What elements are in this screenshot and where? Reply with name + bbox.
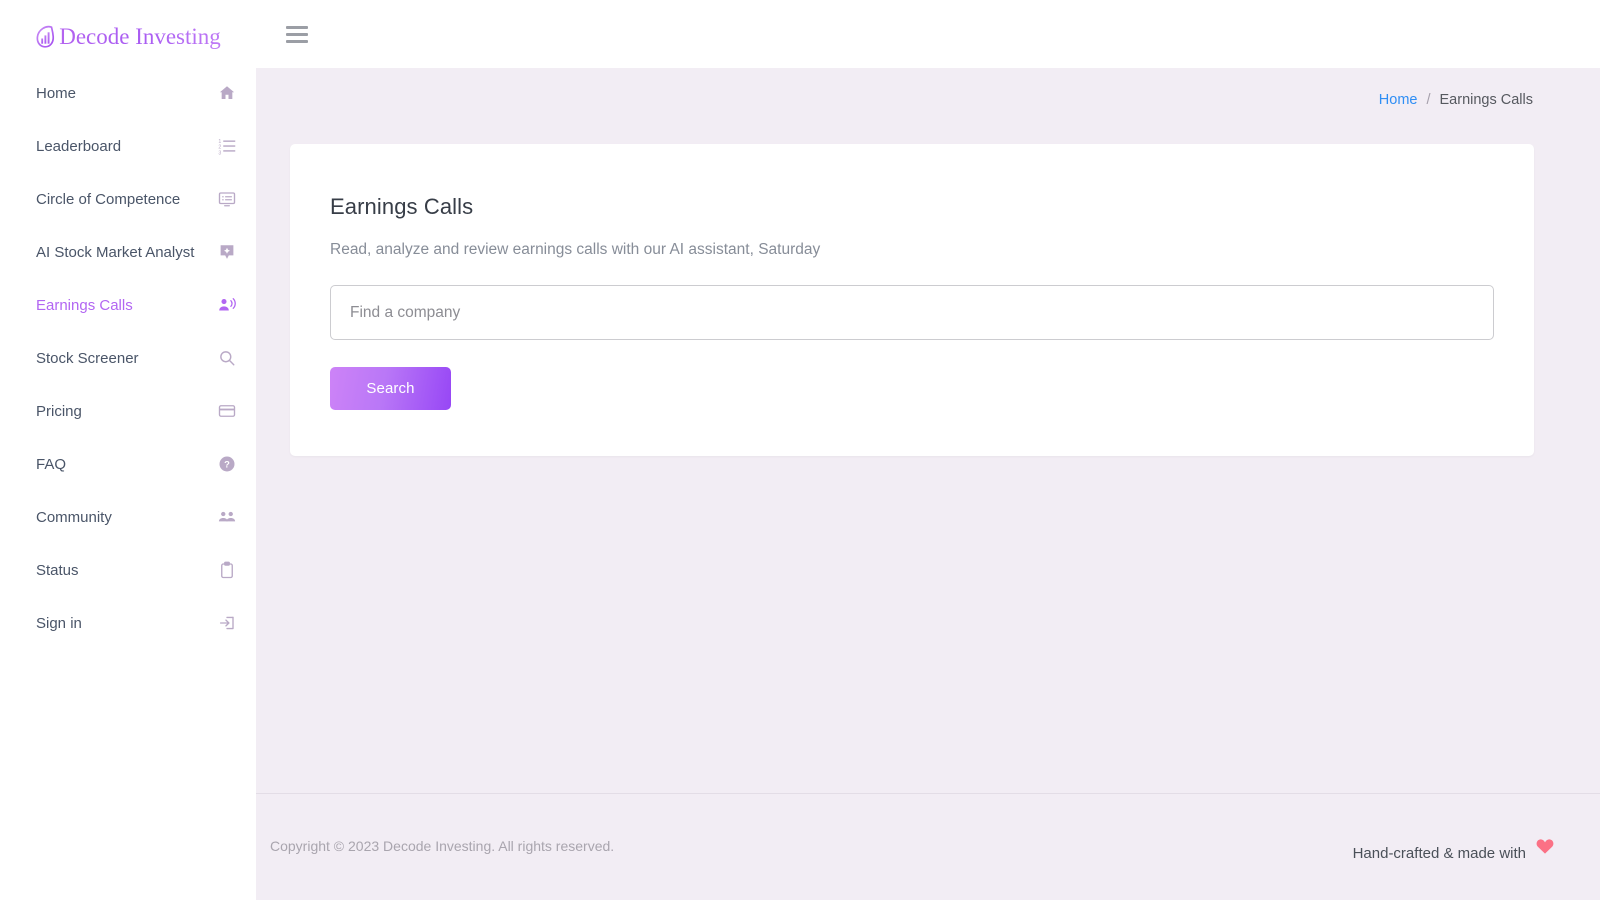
- brand-logo[interactable]: Decode Investing: [35, 24, 221, 50]
- sidebar-item-label: Home: [36, 84, 77, 102]
- breadcrumb: Home / Earnings Calls: [290, 68, 1566, 132]
- sidebar-item-label: AI Stock Market Analyst: [36, 243, 195, 261]
- home-icon: [217, 84, 236, 103]
- company-search-input[interactable]: [330, 285, 1494, 340]
- search-icon: [217, 349, 236, 368]
- sidebar-item-label: Leaderboard: [36, 137, 122, 155]
- footer-handcrafted: Hand-crafted & made with: [1352, 839, 1566, 862]
- sidebar-item-label: Sign in: [36, 614, 82, 632]
- footer: Copyright © 2023 Decode Investing. All r…: [256, 793, 1600, 900]
- sidebar-item-label: FAQ: [36, 455, 67, 473]
- sidebar-item-pricing[interactable]: Pricing: [18, 394, 238, 428]
- main-pane: Home / Earnings Calls Earnings Calls Rea…: [256, 0, 1600, 900]
- hamburger-bar: [286, 32, 308, 36]
- footer-copyright: Copyright © 2023 Decode Investing. All r…: [270, 838, 615, 854]
- svg-text:3: 3: [218, 150, 221, 155]
- credit-card-icon: [217, 402, 236, 421]
- help-circle-icon: ?: [217, 455, 236, 474]
- sidebar-item-stock-screener[interactable]: Stock Screener: [18, 341, 238, 375]
- earnings-calls-card: Earnings Calls Read, analyze and review …: [290, 144, 1534, 456]
- sidebar-item-sign-in[interactable]: Sign in: [18, 606, 238, 640]
- sidebar-item-label: Earnings Calls: [36, 296, 133, 314]
- person-speaking-icon: [217, 296, 236, 315]
- svg-text:?: ?: [224, 460, 230, 470]
- sidebar-item-ai-stock-market-analyst[interactable]: AI Stock Market Analyst: [18, 235, 238, 269]
- footer-handcrafted-text: Hand-crafted & made with: [1352, 844, 1526, 862]
- breadcrumb-current: Earnings Calls: [1439, 92, 1534, 108]
- page-title: Earnings Calls: [330, 194, 474, 219]
- hamburger-bar: [286, 39, 308, 43]
- sparkle-badge-icon: [217, 243, 236, 262]
- sidebar-item-circle-of-competence[interactable]: Circle of Competence: [18, 182, 238, 216]
- breadcrumb-link-home[interactable]: Home: [1379, 92, 1418, 108]
- app-root: Decode Investing Home Leaderboard 1 2 3: [0, 0, 1600, 900]
- topbar: [256, 0, 1600, 68]
- sidebar-item-label: Pricing: [36, 402, 82, 420]
- people-group-icon: [217, 508, 236, 527]
- web-card-icon: [217, 190, 236, 209]
- breadcrumb-separator: /: [1426, 92, 1431, 108]
- sidebar-item-label: Circle of Competence: [36, 190, 181, 208]
- sidebar-item-faq[interactable]: FAQ ?: [18, 447, 238, 481]
- sidebar-item-label: Community: [36, 508, 112, 526]
- sidebar-item-status[interactable]: Status: [18, 553, 238, 587]
- hamburger-bar: [286, 25, 308, 29]
- search-button[interactable]: Search: [330, 367, 451, 410]
- ordered-list-icon: 1 2 3: [217, 137, 236, 156]
- login-arrow-icon: [217, 614, 236, 633]
- brand-name: Decode Investing: [59, 24, 221, 49]
- page-subtitle: Read, analyze and review earnings calls …: [330, 241, 821, 258]
- chart-leaf-logo-icon: [36, 25, 55, 48]
- brand-header[interactable]: Decode Investing: [0, 0, 256, 68]
- sidebar-item-home[interactable]: Home: [18, 76, 238, 110]
- hamburger-menu-icon[interactable]: [286, 25, 308, 43]
- heart-icon: [1536, 839, 1554, 854]
- sidebar: Decode Investing Home Leaderboard 1 2 3: [0, 0, 256, 900]
- sidebar-nav: Home Leaderboard 1 2 3 Circle of Compete…: [0, 68, 256, 640]
- sidebar-item-earnings-calls[interactable]: Earnings Calls: [18, 288, 238, 322]
- sidebar-item-community[interactable]: Community: [18, 500, 238, 534]
- content-area: Home / Earnings Calls Earnings Calls Rea…: [256, 68, 1600, 793]
- sidebar-item-leaderboard[interactable]: Leaderboard 1 2 3: [18, 129, 238, 163]
- clipboard-icon: [217, 561, 236, 580]
- sidebar-item-label: Stock Screener: [36, 349, 139, 367]
- sidebar-item-label: Status: [36, 561, 79, 579]
